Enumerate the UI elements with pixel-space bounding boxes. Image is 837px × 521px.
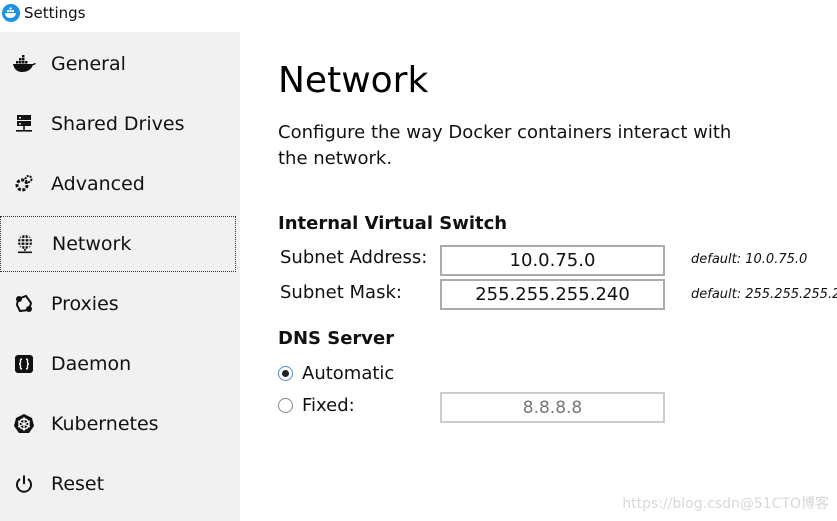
- globe-network-icon: [13, 232, 37, 256]
- proxy-nodes-icon: [12, 292, 36, 316]
- subnet-address-input[interactable]: [440, 245, 665, 276]
- dns-server-heading: DNS Server: [278, 328, 395, 349]
- subnet-mask-default: default: 255.255.255.255: [691, 287, 837, 302]
- internal-switch-heading: Internal Virtual Switch: [278, 213, 508, 234]
- braces-icon: [12, 352, 36, 376]
- sidebar-item-label: Kubernetes: [51, 413, 159, 435]
- sidebar-item-label: Reset: [51, 473, 105, 495]
- subnet-mask-input[interactable]: [440, 279, 665, 310]
- sidebar-item-proxies[interactable]: Proxies: [0, 276, 236, 332]
- watermark: https://blog.csdn@51CTO博客: [622, 496, 829, 512]
- sidebar-item-label: Daemon: [51, 353, 132, 375]
- sidebar-item-label: Advanced: [51, 173, 145, 195]
- subnet-mask-label: Subnet Mask:: [280, 282, 402, 303]
- dns-fixed-option[interactable]: Fixed:: [278, 395, 355, 416]
- kubernetes-helm-icon: [12, 412, 36, 436]
- page-description: Configure the way Docker containers inte…: [278, 122, 732, 169]
- gears-icon: [12, 172, 36, 196]
- sidebar-item-label: General: [51, 53, 126, 75]
- docker-whale-icon: [12, 52, 36, 76]
- sidebar-item-label: Shared Drives: [51, 113, 185, 135]
- sidebar-item-general[interactable]: General: [0, 36, 236, 92]
- docker-app-icon: [2, 4, 20, 22]
- network-settings-panel: Network Configure the way Docker contain…: [240, 32, 837, 521]
- title-bar: Settings: [0, 0, 837, 32]
- subnet-address-label: Subnet Address:: [280, 247, 428, 268]
- sidebar-item-daemon[interactable]: Daemon: [0, 336, 236, 392]
- settings-sidebar: General Shared Drives Advanced Network P…: [0, 32, 240, 521]
- dns-fixed-radio[interactable]: [278, 398, 293, 413]
- server-drives-icon: [12, 112, 36, 136]
- power-icon: [12, 472, 36, 496]
- sidebar-item-label: Proxies: [51, 293, 119, 315]
- dns-automatic-option[interactable]: Automatic: [278, 363, 394, 384]
- dns-automatic-label: Automatic: [302, 363, 395, 384]
- dns-automatic-radio[interactable]: [278, 366, 293, 381]
- window-title: Settings: [24, 4, 86, 22]
- dns-fixed-label: Fixed:: [302, 395, 355, 416]
- dns-fixed-input[interactable]: [440, 392, 665, 423]
- sidebar-item-advanced[interactable]: Advanced: [0, 156, 236, 212]
- sidebar-item-network[interactable]: Network: [0, 216, 236, 272]
- sidebar-item-reset[interactable]: Reset: [0, 456, 236, 512]
- sidebar-item-label: Network: [52, 233, 132, 255]
- sidebar-item-shared-drives[interactable]: Shared Drives: [0, 96, 236, 152]
- sidebar-item-kubernetes[interactable]: Kubernetes: [0, 396, 236, 452]
- subnet-address-default: default: 10.0.75.0: [691, 252, 808, 267]
- page-title: Network: [278, 60, 429, 101]
